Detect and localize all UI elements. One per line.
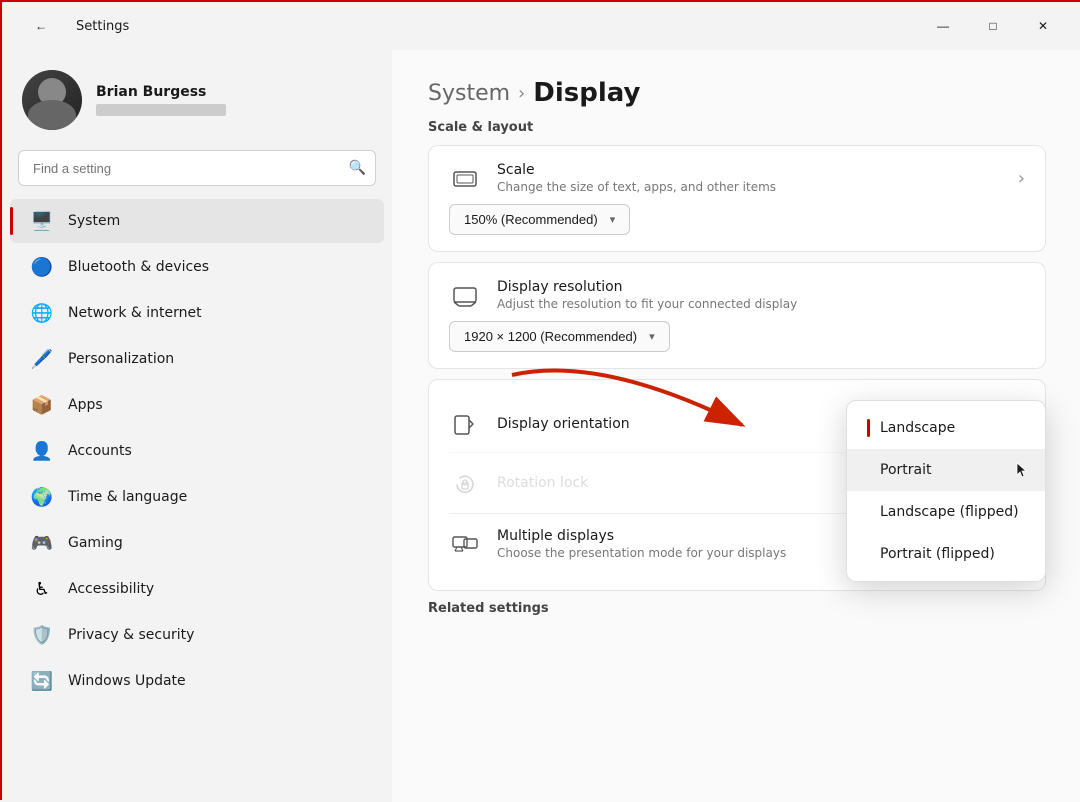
app-title: Settings [76, 19, 129, 34]
sidebar-item-personalization[interactable]: 🖊️ Personalization [10, 337, 384, 381]
orientation-option-landscape-flipped[interactable]: Landscape (flipped) [847, 491, 1045, 533]
resolution-value: 1920 × 1200 (Recommended) [464, 329, 637, 344]
scale-card: Scale Change the size of text, apps, and… [428, 145, 1046, 252]
personalization-icon: 🖊️ [30, 347, 54, 371]
resolution-row: Display resolution Adjust the resolution… [449, 279, 1025, 311]
sidebar-item-accessibility[interactable]: ♿ Accessibility [10, 567, 384, 611]
avatar-image [22, 70, 82, 130]
user-name: Brian Burgess [96, 84, 226, 100]
resolution-dropdown[interactable]: 1920 × 1200 (Recommended) ▾ [449, 321, 670, 352]
sidebar-item-apps[interactable]: 📦 Apps [10, 383, 384, 427]
accessibility-icon: ♿ [30, 577, 54, 601]
sidebar-item-label-personalization: Personalization [68, 351, 174, 367]
scale-dropdown-chevron-icon: ▾ [610, 213, 616, 226]
resolution-icon [449, 279, 481, 311]
sidebar-item-label-gaming: Gaming [68, 535, 123, 551]
sidebar: Brian Burgess 🔍 🖥️ System 🔵 Bluetooth & … [2, 50, 392, 802]
resolution-desc: Adjust the resolution to fit your connec… [497, 297, 1025, 311]
sidebar-item-label-privacy: Privacy & security [68, 627, 194, 643]
scale-desc: Change the size of text, apps, and other… [497, 180, 1002, 194]
resolution-dropdown-chevron-icon: ▾ [649, 330, 655, 343]
orientation-option-portrait-flipped-label: Portrait (flipped) [880, 546, 995, 562]
sidebar-item-bluetooth[interactable]: 🔵 Bluetooth & devices [10, 245, 384, 289]
sidebar-item-label-apps: Apps [68, 397, 103, 413]
avatar [22, 70, 82, 130]
close-button[interactable]: ✕ [1020, 10, 1066, 42]
orientation-option-landscape-label: Landscape [880, 420, 955, 436]
cursor-icon [1015, 461, 1029, 479]
settings-window: ← Settings — □ ✕ Brian Burgess [2, 2, 1080, 802]
resolution-title: Display resolution [497, 279, 1025, 295]
sidebar-item-label-network: Network & internet [68, 305, 202, 321]
minimize-button[interactable]: — [920, 10, 966, 42]
sidebar-item-system[interactable]: 🖥️ System [10, 199, 384, 243]
breadcrumb-system: System [428, 81, 510, 106]
content-area: Brian Burgess 🔍 🖥️ System 🔵 Bluetooth & … [2, 50, 1080, 802]
sidebar-item-network[interactable]: 🌐 Network & internet [10, 291, 384, 335]
orientation-option-portrait-label: Portrait [880, 462, 931, 478]
gaming-icon: 🎮 [30, 531, 54, 555]
accounts-icon: 👤 [30, 439, 54, 463]
maximize-button[interactable]: □ [970, 10, 1016, 42]
scale-chevron-icon: › [1018, 168, 1025, 189]
sidebar-item-label-accessibility: Accessibility [68, 581, 154, 597]
avatar-body [28, 100, 76, 130]
user-email-bar [96, 104, 226, 116]
scale-title: Scale [497, 162, 1002, 178]
orientation-option-landscape-flipped-label: Landscape (flipped) [880, 504, 1019, 520]
windows-update-icon: 🔄 [30, 669, 54, 693]
titlebar-controls: — □ ✕ [920, 10, 1066, 42]
back-button[interactable]: ← [18, 10, 64, 42]
no-indicator [867, 503, 870, 521]
sidebar-item-label-system: System [68, 213, 120, 229]
sidebar-item-accounts[interactable]: 👤 Accounts [10, 429, 384, 473]
breadcrumb-display: Display [533, 78, 640, 108]
sidebar-item-label-bluetooth: Bluetooth & devices [68, 259, 209, 275]
related-settings-title: Related settings [428, 601, 1046, 616]
scale-value: 150% (Recommended) [464, 212, 598, 227]
search-input[interactable] [18, 150, 376, 186]
no-indicator [867, 545, 870, 563]
titlebar: ← Settings — □ ✕ [2, 2, 1080, 50]
sidebar-item-windows-update[interactable]: 🔄 Windows Update [10, 659, 384, 703]
rotation-icon [449, 467, 481, 499]
orientation-icon [449, 408, 481, 440]
breadcrumb: System › Display [428, 78, 1046, 108]
resolution-info: Display resolution Adjust the resolution… [497, 279, 1025, 311]
time-icon: 🌍 [30, 485, 54, 509]
network-icon: 🌐 [30, 301, 54, 325]
titlebar-left: ← Settings [18, 10, 129, 42]
scale-row: Scale Change the size of text, apps, and… [449, 162, 1025, 194]
orientation-option-portrait-flipped[interactable]: Portrait (flipped) [847, 533, 1045, 575]
active-indicator [867, 419, 870, 437]
scale-info: Scale Change the size of text, apps, and… [497, 162, 1002, 194]
scale-dropdown[interactable]: 150% (Recommended) ▾ [449, 204, 630, 235]
user-section: Brian Burgess [2, 62, 392, 146]
privacy-icon: 🛡️ [30, 623, 54, 647]
orientation-dropdown-menu: Landscape Portrait Landscape (flipped) [846, 400, 1046, 582]
system-icon: 🖥️ [30, 209, 54, 233]
apps-icon: 📦 [30, 393, 54, 417]
bluetooth-icon: 🔵 [30, 255, 54, 279]
sidebar-item-gaming[interactable]: 🎮 Gaming [10, 521, 384, 565]
orientation-option-landscape[interactable]: Landscape [847, 407, 1045, 449]
sidebar-item-label-windows-update: Windows Update [68, 673, 186, 689]
search-box: 🔍 [18, 150, 376, 186]
sidebar-item-time[interactable]: 🌍 Time & language [10, 475, 384, 519]
scale-icon [449, 162, 481, 194]
user-info: Brian Burgess [96, 84, 226, 116]
section-scale-layout-title: Scale & layout [428, 120, 1046, 135]
main-content: System › Display Scale & layout Scale [392, 50, 1080, 802]
resolution-card: Display resolution Adjust the resolution… [428, 262, 1046, 369]
orientation-option-portrait[interactable]: Portrait [847, 449, 1045, 491]
multiple-displays-icon [449, 528, 481, 560]
sidebar-item-label-time: Time & language [68, 489, 187, 505]
sidebar-item-privacy[interactable]: 🛡️ Privacy & security [10, 613, 384, 657]
search-icon: 🔍 [349, 160, 366, 176]
sidebar-item-label-accounts: Accounts [68, 443, 132, 459]
no-indicator [867, 461, 870, 479]
breadcrumb-chevron-icon: › [518, 83, 525, 104]
